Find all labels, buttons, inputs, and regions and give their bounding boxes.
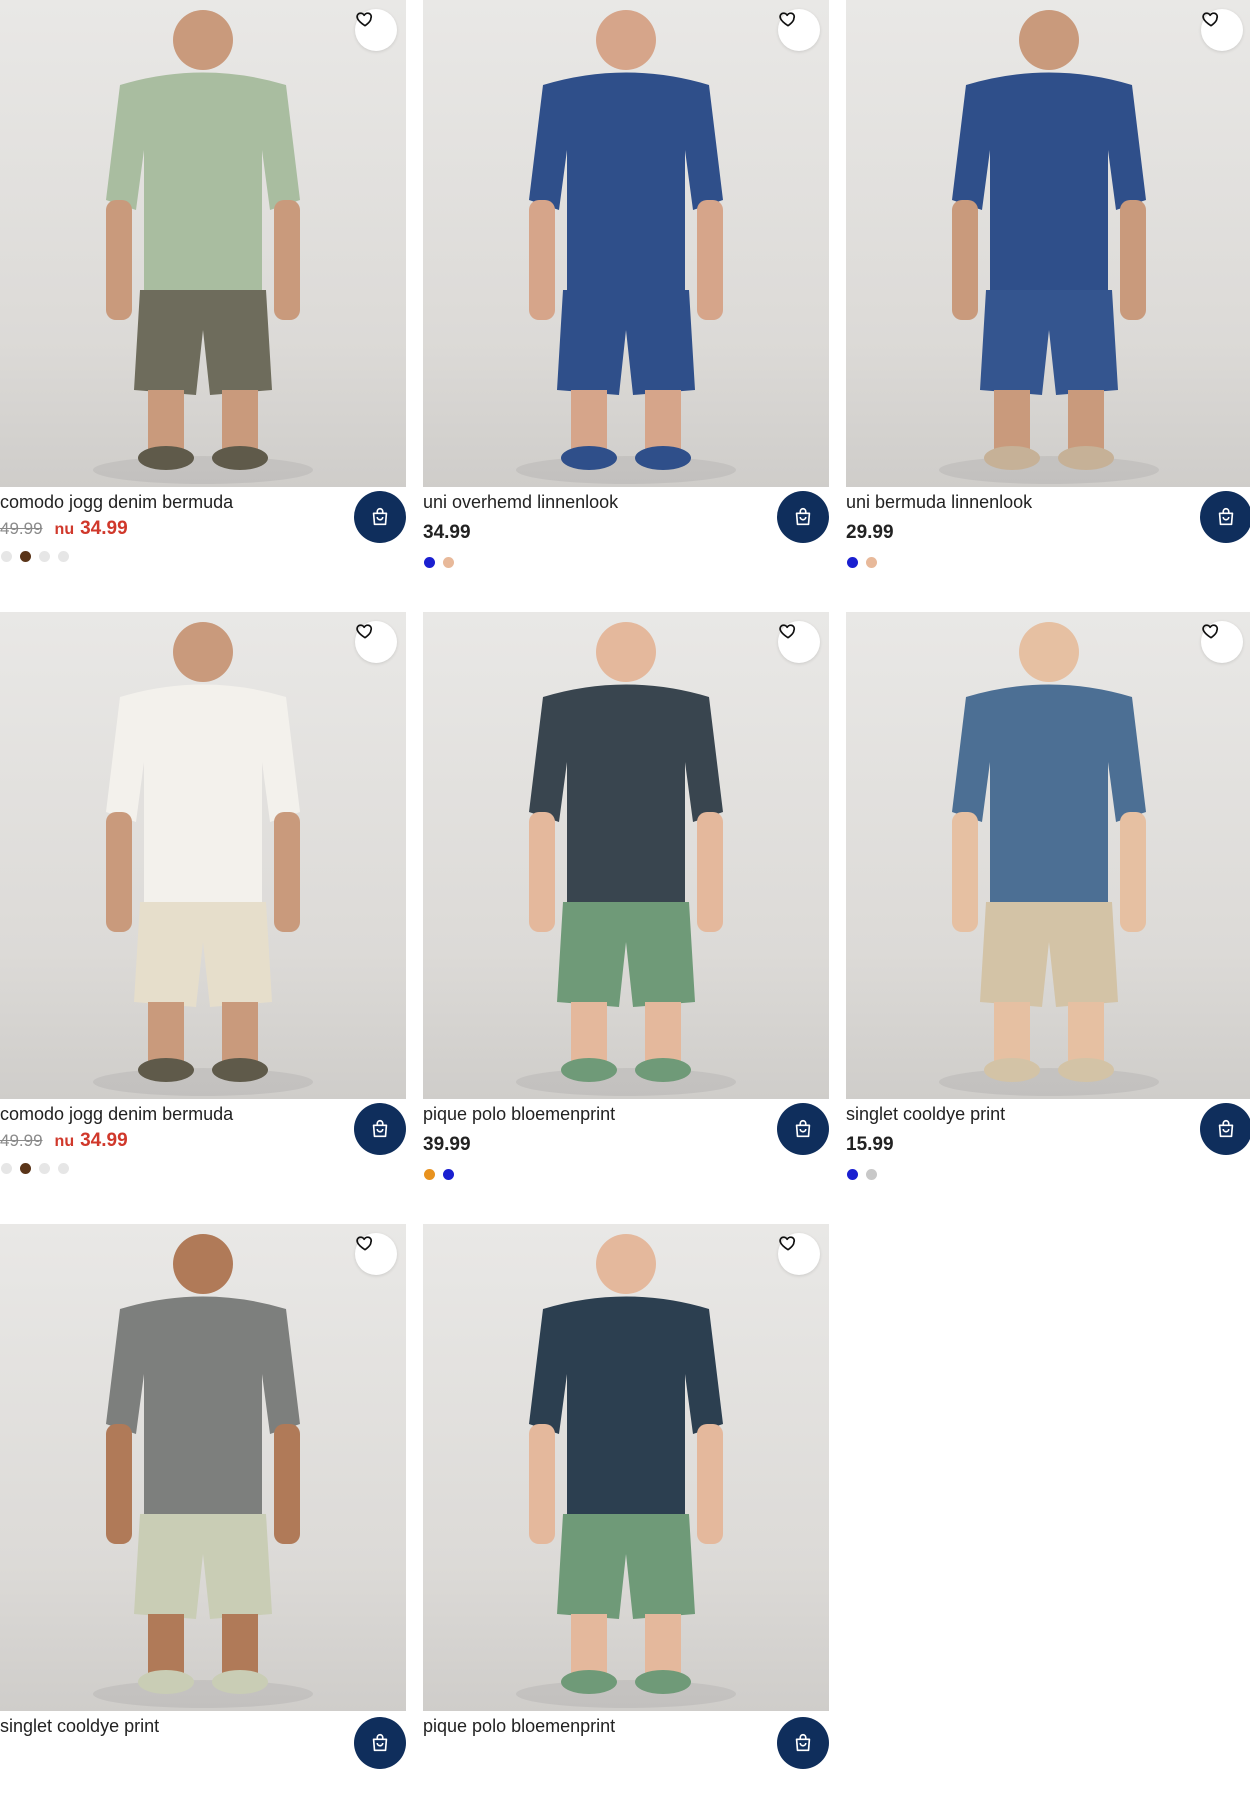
price-row: 15.99 xyxy=(846,1130,894,1156)
color-swatch[interactable] xyxy=(58,1163,69,1174)
product-info: comodo jogg denim bermuda 49.99 nu 34.99 xyxy=(0,487,406,587)
product-image[interactable] xyxy=(423,1224,829,1711)
product-card[interactable]: singlet cooldye print 15.99 xyxy=(846,612,1250,1199)
product-name[interactable]: singlet cooldye print xyxy=(0,1716,159,1737)
shopping-bag-icon xyxy=(369,506,391,528)
shopping-bag-icon xyxy=(792,1118,814,1140)
product-image[interactable] xyxy=(846,612,1250,1099)
color-swatch[interactable] xyxy=(866,557,877,568)
product-info: uni overhemd linnenlook 34.99 xyxy=(423,487,829,587)
color-swatches xyxy=(847,557,877,568)
sale-price: 34.99 xyxy=(80,1130,128,1151)
product-card[interactable]: uni bermuda linnenlook 29.99 xyxy=(846,0,1250,587)
color-swatches xyxy=(424,557,454,568)
color-swatch[interactable] xyxy=(20,1163,31,1174)
color-swatches xyxy=(424,1169,454,1180)
color-swatch[interactable] xyxy=(39,551,50,562)
original-price: 49.99 xyxy=(0,519,43,538)
color-swatch[interactable] xyxy=(443,1169,454,1180)
shopping-bag-icon xyxy=(1215,1118,1237,1140)
add-to-cart-button[interactable] xyxy=(354,491,406,543)
product-image[interactable] xyxy=(846,0,1250,487)
wishlist-button[interactable] xyxy=(778,621,820,663)
color-swatches xyxy=(1,1163,69,1174)
product-info: pique polo bloemenprint xyxy=(423,1711,829,1811)
add-to-cart-button[interactable] xyxy=(777,1717,829,1769)
shopping-bag-icon xyxy=(369,1118,391,1140)
product-image[interactable] xyxy=(0,0,406,487)
product-grid: comodo jogg denim bermuda 49.99 nu 34.99 un… xyxy=(0,0,1250,1769)
product-image[interactable] xyxy=(423,0,829,487)
price: 15.99 xyxy=(846,1134,894,1155)
color-swatch[interactable] xyxy=(847,1169,858,1180)
product-image[interactable] xyxy=(0,612,406,1099)
shopping-bag-icon xyxy=(792,506,814,528)
product-name[interactable]: uni bermuda linnenlook xyxy=(846,492,1032,513)
product-info: pique polo bloemenprint 39.99 xyxy=(423,1099,829,1199)
color-swatch[interactable] xyxy=(443,557,454,568)
wishlist-button[interactable] xyxy=(1201,9,1243,51)
product-info: comodo jogg denim bermuda 49.99 nu 34.99 xyxy=(0,1099,406,1199)
price-row: 34.99 xyxy=(423,518,471,544)
product-card[interactable]: pique polo bloemenprint xyxy=(423,1224,829,1811)
wishlist-button[interactable] xyxy=(355,1233,397,1275)
product-name[interactable]: singlet cooldye print xyxy=(846,1104,1005,1125)
add-to-cart-button[interactable] xyxy=(1200,491,1250,543)
color-swatches xyxy=(1,551,69,562)
product-image[interactable] xyxy=(0,1224,406,1711)
product-image[interactable] xyxy=(423,612,829,1099)
color-swatch[interactable] xyxy=(424,557,435,568)
wishlist-button[interactable] xyxy=(1201,621,1243,663)
add-to-cart-button[interactable] xyxy=(354,1717,406,1769)
product-card[interactable]: singlet cooldye print xyxy=(0,1224,406,1811)
shopping-bag-icon xyxy=(792,1732,814,1754)
product-name[interactable]: pique polo bloemenprint xyxy=(423,1104,615,1125)
wishlist-button[interactable] xyxy=(778,1233,820,1275)
product-name[interactable]: comodo jogg denim bermuda xyxy=(0,492,233,513)
price-row: 49.99 nu 34.99 xyxy=(0,1130,128,1152)
price-row: 49.99 nu 34.99 xyxy=(0,518,128,540)
add-to-cart-button[interactable] xyxy=(354,1103,406,1155)
color-swatches xyxy=(847,1169,877,1180)
product-card[interactable]: comodo jogg denim bermuda 49.99 nu 34.99 xyxy=(0,612,406,1199)
product-card[interactable]: pique polo bloemenprint 39.99 xyxy=(423,612,829,1199)
add-to-cart-button[interactable] xyxy=(1200,1103,1250,1155)
shopping-bag-icon xyxy=(1215,506,1237,528)
color-swatch[interactable] xyxy=(20,551,31,562)
color-swatch[interactable] xyxy=(58,551,69,562)
product-card[interactable]: uni overhemd linnenlook 34.99 xyxy=(423,0,829,587)
color-swatch[interactable] xyxy=(1,1163,12,1174)
product-name[interactable]: uni overhemd linnenlook xyxy=(423,492,618,513)
original-price: 49.99 xyxy=(0,1131,43,1150)
color-swatch[interactable] xyxy=(1,551,12,562)
product-name[interactable]: comodo jogg denim bermuda xyxy=(0,1104,233,1125)
wishlist-button[interactable] xyxy=(355,9,397,51)
add-to-cart-button[interactable] xyxy=(777,491,829,543)
price: 34.99 xyxy=(423,522,471,543)
sale-prefix: nu xyxy=(54,1133,75,1150)
product-info: singlet cooldye print xyxy=(0,1711,406,1811)
color-swatch[interactable] xyxy=(39,1163,50,1174)
add-to-cart-button[interactable] xyxy=(777,1103,829,1155)
color-swatch[interactable] xyxy=(847,557,858,568)
sale-price: 34.99 xyxy=(80,518,128,539)
color-swatch[interactable] xyxy=(424,1169,435,1180)
wishlist-button[interactable] xyxy=(355,621,397,663)
price: 29.99 xyxy=(846,522,894,543)
color-swatch[interactable] xyxy=(866,1169,877,1180)
shopping-bag-icon xyxy=(369,1732,391,1754)
price-row: 39.99 xyxy=(423,1130,471,1156)
wishlist-button[interactable] xyxy=(778,9,820,51)
price-row: 29.99 xyxy=(846,518,894,544)
product-card[interactable]: comodo jogg denim bermuda 49.99 nu 34.99 xyxy=(0,0,406,587)
product-info: singlet cooldye print 15.99 xyxy=(846,1099,1250,1199)
product-name[interactable]: pique polo bloemenprint xyxy=(423,1716,615,1737)
price: 39.99 xyxy=(423,1134,471,1155)
product-info: uni bermuda linnenlook 29.99 xyxy=(846,487,1250,587)
sale-prefix: nu xyxy=(54,521,75,538)
